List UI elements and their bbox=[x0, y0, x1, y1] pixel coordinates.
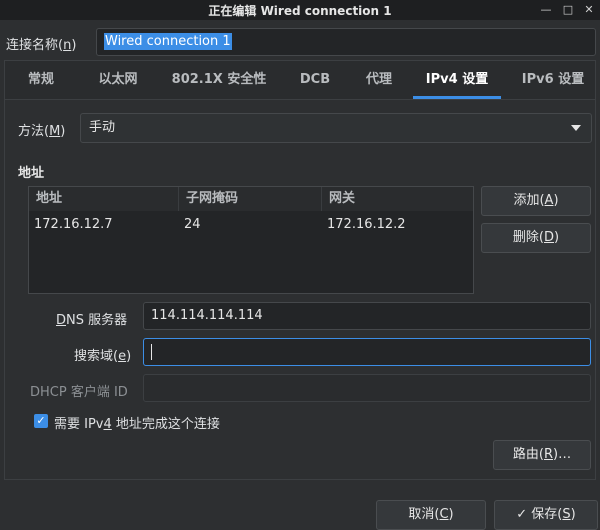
addresses-section-title: 地址 bbox=[18, 166, 45, 181]
column-header-netmask[interactable]: 子网掩码 bbox=[179, 187, 322, 211]
cell-gateway: 172.16.12.2 bbox=[327, 217, 406, 232]
search-domain-field[interactable] bbox=[143, 338, 591, 366]
dhcp-client-id-field[interactable] bbox=[143, 374, 591, 402]
cancel-button[interactable]: 取消(C) bbox=[376, 500, 486, 530]
tab-bar: 常规 以太网 802.1X 安全性 DCB 代理 IPv4 设置 IPv6 设置 bbox=[4, 60, 596, 100]
method-label: 方法(M) bbox=[18, 124, 66, 139]
cell-netmask: 24 bbox=[184, 217, 201, 232]
connection-name-value: Wired connection 1 bbox=[104, 33, 232, 50]
chevron-down-icon bbox=[571, 125, 581, 131]
tab-8021x-security[interactable]: 802.1X 安全性 bbox=[167, 61, 271, 99]
dhcp-client-id-label: DHCP 客户端 ID bbox=[30, 385, 128, 400]
routes-button[interactable]: 路由(R)… bbox=[493, 440, 591, 470]
save-button[interactable]: ✓ 保存(S) bbox=[494, 500, 598, 530]
tab-ipv6-settings[interactable]: IPv6 设置 bbox=[511, 61, 595, 99]
tab-ethernet[interactable]: 以太网 bbox=[85, 61, 151, 99]
maximize-icon[interactable]: □ bbox=[560, 2, 576, 18]
require-ipv4-label: 需要 IPv4 地址完成这个连接 bbox=[54, 417, 220, 432]
dns-label: DNS 服务器 bbox=[56, 313, 128, 328]
tab-ipv4-settings[interactable]: IPv4 设置 bbox=[413, 61, 501, 99]
title-bar: 正在编辑 Wired connection 1 — □ ✕ bbox=[0, 0, 600, 20]
connection-name-label: 连接名称(n) bbox=[6, 38, 77, 53]
search-domain-label: 搜索域(e) bbox=[74, 349, 132, 364]
column-header-gateway[interactable]: 网关 bbox=[322, 187, 473, 211]
window-title: 正在编辑 Wired connection 1 bbox=[208, 4, 392, 18]
tab-dcb[interactable]: DCB bbox=[289, 61, 341, 99]
cell-address: 172.16.12.7 bbox=[34, 217, 113, 232]
text-cursor bbox=[151, 343, 152, 360]
addresses-table[interactable]: 地址 子网掩码 网关 172.16.12.7 24 172.16.12.2 bbox=[28, 186, 474, 294]
tab-proxy[interactable]: 代理 bbox=[353, 61, 405, 99]
minimize-icon[interactable]: — bbox=[538, 2, 554, 18]
column-header-address[interactable]: 地址 bbox=[29, 187, 179, 211]
delete-address-button[interactable]: 删除(D) bbox=[481, 223, 591, 253]
checkmark-icon: ✓ bbox=[516, 507, 532, 522]
require-ipv4-checkbox[interactable]: ✓ bbox=[34, 414, 48, 428]
dns-field[interactable]: 114.114.114.114 bbox=[143, 302, 591, 330]
tab-general[interactable]: 常规 bbox=[15, 61, 67, 99]
method-value: 手动 bbox=[89, 120, 116, 135]
connection-name-field[interactable]: Wired connection 1 bbox=[96, 28, 596, 56]
method-dropdown[interactable]: 手动 bbox=[80, 113, 592, 143]
close-icon[interactable]: ✕ bbox=[581, 2, 597, 18]
add-address-button[interactable]: 添加(A) bbox=[481, 186, 591, 216]
